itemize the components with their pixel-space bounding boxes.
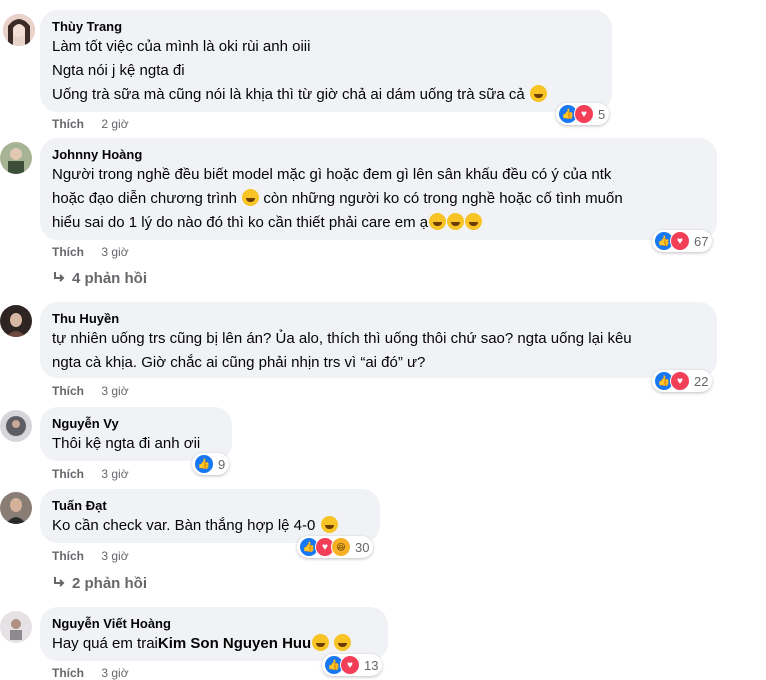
comment-line: Người trong nghề đều biết model mặc gì h… <box>52 166 612 183</box>
timestamp[interactable]: 3 giờ <box>101 666 128 680</box>
comment-line: Hay quá em traiKim Son Nguyen Huu <box>52 632 376 656</box>
reaction-count: 13 <box>364 657 379 673</box>
grin-emoji-icon <box>429 213 447 230</box>
timestamp[interactable]: 2 giờ <box>101 117 128 131</box>
reaction-summary[interactable]: 👍 ♥ 13 <box>322 654 383 676</box>
like-button[interactable]: Thích <box>52 117 84 131</box>
grin-emoji-icon <box>447 213 465 230</box>
mention-link[interactable]: Kim Son Nguyen Huu <box>158 635 311 652</box>
love-icon: ♥ <box>670 371 690 391</box>
avatar[interactable] <box>0 611 32 643</box>
love-icon: ♥ <box>574 104 594 124</box>
comment-bubble: Thu Huyền tự nhiên uống trs cũng bị lên … <box>40 302 717 378</box>
reaction-count: 67 <box>694 233 709 249</box>
comment-line: Thôi kệ ngta đi anh ơii <box>52 435 201 452</box>
comment-bubble: Tuấn Đạt Ko cần check var. Bàn thắng hợp… <box>40 489 380 543</box>
timestamp[interactable]: 3 giờ <box>101 549 128 563</box>
grin-emoji-icon <box>465 213 483 230</box>
avatar[interactable] <box>0 142 32 174</box>
comment-meta: Thích 3 giờ <box>52 666 129 680</box>
reaction-count: 30 <box>355 539 370 555</box>
avatar[interactable] <box>0 492 32 524</box>
thinking-emoji-icon <box>320 516 338 533</box>
comment-author[interactable]: Johnny Hoàng <box>52 146 705 163</box>
like-icon: 👍 <box>194 454 214 474</box>
reaction-summary[interactable]: 👍 ♥ 😆 30 <box>297 536 374 558</box>
comment-line: hoặc đạo diễn chương trình còn những ngư… <box>52 189 623 207</box>
comment-author[interactable]: Thùy Trang <box>52 18 600 35</box>
reaction-summary[interactable]: 👍 9 <box>192 453 230 475</box>
comment-line: ngta cà khịa. Giờ chắc ai cũng phải nhịn… <box>52 354 426 371</box>
comment-meta: Thích 3 giờ <box>52 549 129 563</box>
reaction-summary[interactable]: 👍 ♥ 5 <box>556 103 610 125</box>
like-button[interactable]: Thích <box>52 467 84 481</box>
comment-bubble: Thùy Trang Làm tốt việc của mình là oki … <box>40 10 612 112</box>
avatar[interactable] <box>3 14 35 46</box>
heart-eyes-emoji-icon <box>334 634 352 651</box>
timestamp[interactable]: 3 giờ <box>101 384 128 398</box>
comment-line: Làm tốt việc của mình là oki rùi anh oii… <box>52 38 311 55</box>
haha-icon: 😆 <box>331 537 351 557</box>
comment-author[interactable]: Thu Huyền <box>52 310 705 327</box>
avatar[interactable] <box>0 410 32 442</box>
reply-arrow-icon <box>54 577 65 587</box>
comment-meta: Thích 3 giờ <box>52 384 129 398</box>
comment-meta: Thích 3 giờ <box>52 467 129 481</box>
comment-bubble: Nguyễn Viết Hoàng Hay quá em traiKim Son… <box>40 607 388 661</box>
avatar[interactable] <box>0 305 32 337</box>
like-button[interactable]: Thích <box>52 384 84 398</box>
reaction-count: 9 <box>218 456 226 472</box>
grin-emoji-icon <box>242 189 260 206</box>
comment-author[interactable]: Nguyễn Vy <box>52 415 220 432</box>
comment-line: Ngta nói j kệ ngta đi <box>52 62 185 79</box>
comment-meta: Thích 2 giờ <box>52 117 129 131</box>
comment-bubble: Johnny Hoàng Người trong nghề đều biết m… <box>40 138 717 240</box>
timestamp[interactable]: 3 giờ <box>101 467 128 481</box>
like-button[interactable]: Thích <box>52 666 84 680</box>
view-replies-link[interactable]: 4 phản hồi <box>52 270 147 287</box>
comment-meta: Thích 3 giờ <box>52 245 129 259</box>
reply-arrow-icon <box>54 272 65 282</box>
heart-eyes-emoji-icon <box>312 634 330 651</box>
like-button[interactable]: Thích <box>52 549 84 563</box>
reaction-count: 5 <box>598 106 606 122</box>
timestamp[interactable]: 3 giờ <box>101 245 128 259</box>
reaction-summary[interactable]: 👍 ♥ 22 <box>652 370 713 392</box>
reaction-count: 22 <box>694 373 709 389</box>
smile-emoji-icon <box>529 85 547 102</box>
love-icon: ♥ <box>340 655 360 675</box>
comment-author[interactable]: Nguyễn Viết Hoàng <box>52 615 376 632</box>
comment-line: Uống trà sữa mà cũng nói là khịa thì từ … <box>52 83 600 107</box>
like-button[interactable]: Thích <box>52 245 84 259</box>
comment-line: Ko cần check var. Bàn thắng hợp lệ 4-0 <box>52 514 368 538</box>
comment-line: hiểu sai do 1 lý do nào đó thì ko cần th… <box>52 211 705 235</box>
love-icon: ♥ <box>670 231 690 251</box>
view-replies-link[interactable]: 2 phản hồi <box>52 575 147 592</box>
reaction-summary[interactable]: 👍 ♥ 67 <box>652 230 713 252</box>
comment-line: tự nhiên uống trs cũng bị lên án? Ủa alo… <box>52 330 632 347</box>
comment-author[interactable]: Tuấn Đạt <box>52 497 368 514</box>
